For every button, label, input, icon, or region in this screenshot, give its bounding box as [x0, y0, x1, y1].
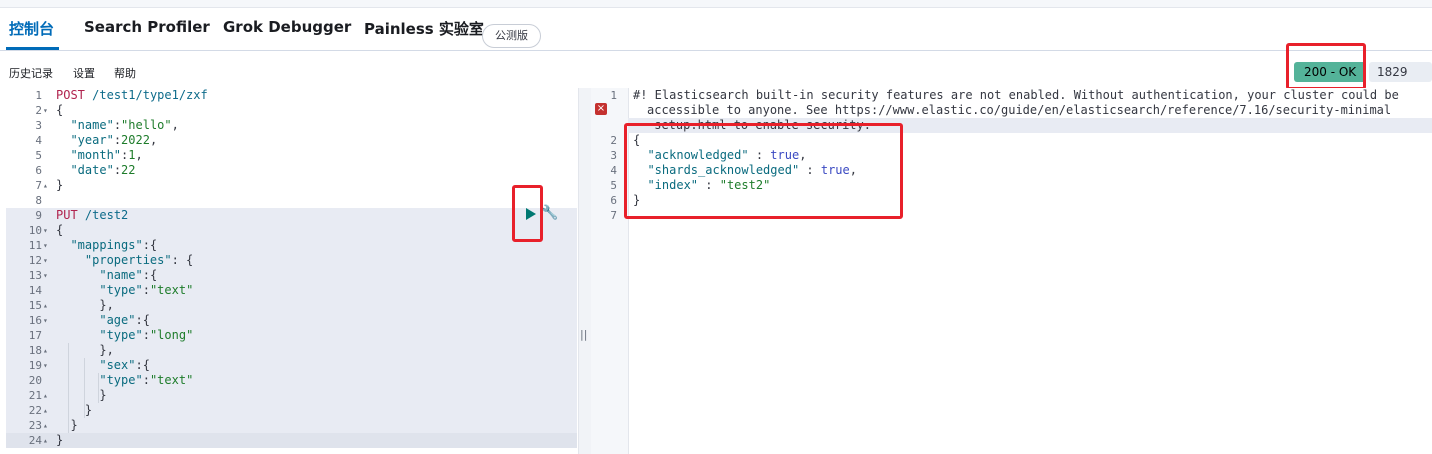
resize-handle-icon[interactable]: ||: [580, 328, 587, 341]
request-time-badge: 1829 ms: [1369, 62, 1432, 99]
output-line: 7: [610, 209, 617, 222]
tab-search-profiler[interactable]: Search Profiler: [84, 18, 210, 36]
editor-line: 13 ▾ "name":{: [28, 268, 158, 282]
editor-line: 17 "type":"long": [28, 328, 194, 342]
pane-resizer[interactable]: [578, 88, 592, 454]
editor-line: 1 POST /test1/type1/zxf: [35, 88, 208, 102]
output-line: 1 #! Elasticsearch built-in security feat…: [610, 88, 1399, 102]
editor-line: 2 ▾{: [35, 103, 64, 117]
editor-line: 10 ▾{: [28, 223, 64, 237]
editor-line: 11 ▾ "mappings":{: [28, 238, 158, 252]
editor-line: 14 "type":"text": [28, 283, 194, 297]
editor-line: 22 ▴ }: [28, 403, 93, 417]
output-line: 2{: [610, 133, 641, 147]
dev-tools-tabs: 控制台 Search Profiler Grok Debugger Painle…: [0, 8, 1432, 51]
send-request-icon[interactable]: [526, 208, 536, 220]
output-line: 4 "shards_acknowledged" : true,: [610, 163, 857, 177]
beta-badge: 公测版: [482, 24, 541, 48]
tab-painless-lab[interactable]: Painless 实验室: [364, 18, 484, 39]
editor-line: 24 ▴}: [28, 433, 64, 447]
editor-line: 20 "type":"text": [28, 373, 194, 387]
output-line: -setup.html to enable security.: [647, 118, 871, 132]
wrench-icon[interactable]: 🔧: [541, 205, 558, 221]
history-link[interactable]: 历史记录: [9, 65, 53, 81]
editor-line: 12 ▾ "properties": {: [28, 253, 194, 267]
request-editor[interactable]: 1 POST /test1/type1/zxf 2 ▾{ 3 "name":"hel…: [6, 88, 577, 454]
status-badge: 200 - OK: [1294, 62, 1367, 82]
editor-line: 23 ▴ }: [28, 418, 78, 432]
top-strip: [0, 0, 1432, 8]
response-output: × 1 #! Elasticsearch built-in security fe…: [591, 88, 1432, 454]
editor-line: 15 ▴ },: [28, 298, 114, 312]
editor-line: 21 ▴ }: [28, 388, 107, 402]
editor-line: 9 PUT /test2: [35, 208, 129, 222]
tab-grok-debugger[interactable]: Grok Debugger: [223, 18, 351, 36]
editor-line: 5 "month":1,: [35, 148, 143, 162]
output-line: accessible to anyone. See https://www.el…: [647, 103, 1392, 117]
editor-line: 18 ▴ },: [28, 343, 114, 357]
editor-line: 7 ▴}: [35, 178, 64, 192]
help-link[interactable]: 帮助: [114, 65, 136, 81]
settings-link[interactable]: 设置: [73, 65, 95, 81]
editor-line: 16 ▾ "age":{: [28, 313, 150, 327]
editor-line: 3 "name":"hello",: [35, 118, 179, 132]
editor-line: 19 ▾ "sex":{: [28, 358, 150, 372]
editor-line: 6 "date":22: [35, 163, 136, 177]
active-tab-indicator: [6, 47, 59, 50]
editor-line: 4 "year":2022,: [35, 133, 158, 147]
editor-line: 8: [35, 194, 42, 207]
tab-console[interactable]: 控制台: [9, 18, 54, 39]
output-line: 3 "acknowledged" : true,: [610, 148, 807, 162]
output-line: 5 "index" : "test2": [610, 178, 771, 192]
output-line: 6}: [610, 193, 641, 207]
